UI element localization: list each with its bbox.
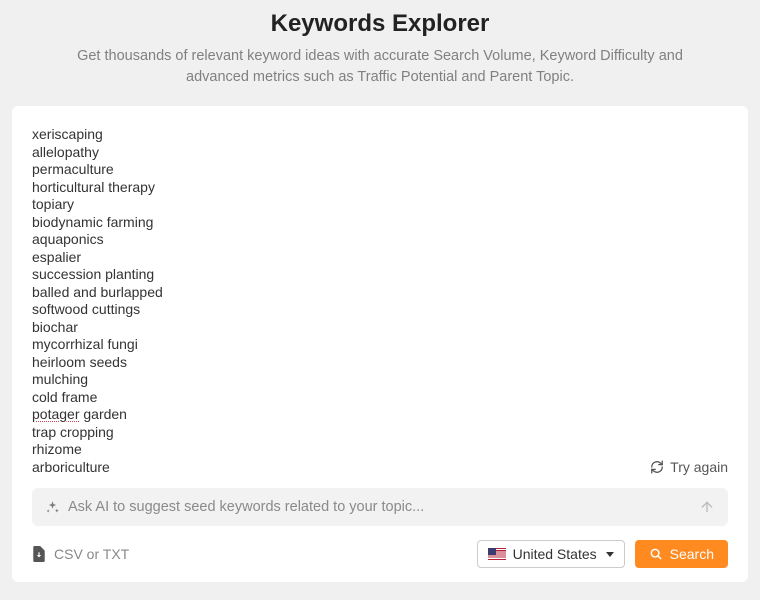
keyword-line: mycorrhizal fungi [32, 336, 728, 354]
keyword-line: arboriculture [32, 459, 728, 477]
keyword-line: xeriscaping [32, 126, 728, 144]
keyword-line: horticultural therapy [32, 179, 728, 197]
keyword-line: espalier [32, 249, 728, 267]
page-subtitle: Get thousands of relevant keyword ideas … [60, 46, 700, 88]
ai-suggest-input[interactable] [60, 497, 698, 517]
upload-csv-button[interactable]: CSV or TXT [32, 546, 129, 562]
submit-arrow-icon[interactable] [698, 498, 716, 516]
keyword-line: cold frame [32, 389, 728, 407]
keyword-line: trap cropping [32, 424, 728, 442]
keyword-line: aquaponics [32, 231, 728, 249]
explorer-card: xeriscapingallelopathypermaculturehortic… [12, 106, 748, 582]
upload-label: CSV or TXT [54, 546, 129, 562]
keyword-line: heirloom seeds [32, 354, 728, 372]
keyword-line: softwood cuttings [32, 301, 728, 319]
keywords-textarea[interactable]: xeriscapingallelopathypermaculturehortic… [32, 126, 728, 476]
sparkle-icon [44, 499, 60, 515]
chevron-down-icon [606, 552, 614, 557]
keyword-line: rhizome [32, 441, 728, 459]
search-button[interactable]: Search [635, 540, 728, 568]
page-title: Keywords Explorer [40, 10, 720, 38]
country-selector[interactable]: United States [477, 540, 625, 568]
keyword-line: potager garden [32, 406, 728, 424]
ai-suggest-row [32, 488, 728, 526]
refresh-icon [650, 460, 664, 474]
keyword-line: topiary [32, 196, 728, 214]
search-label: Search [670, 546, 714, 562]
keyword-line: biochar [32, 319, 728, 337]
keyword-line: mulching [32, 371, 728, 389]
keyword-line: permaculture [32, 161, 728, 179]
country-label: United States [513, 546, 597, 562]
bottom-controls: CSV or TXT United States Search [32, 540, 728, 568]
file-upload-icon [32, 546, 46, 562]
keyword-line: allelopathy [32, 144, 728, 162]
try-again-button[interactable]: Try again [650, 459, 728, 477]
try-again-label: Try again [670, 459, 728, 477]
us-flag-icon [488, 548, 506, 560]
keyword-line: biodynamic farming [32, 214, 728, 232]
search-icon [649, 547, 663, 561]
keyword-line: balled and burlapped [32, 284, 728, 302]
keyword-line: succession planting [32, 266, 728, 284]
